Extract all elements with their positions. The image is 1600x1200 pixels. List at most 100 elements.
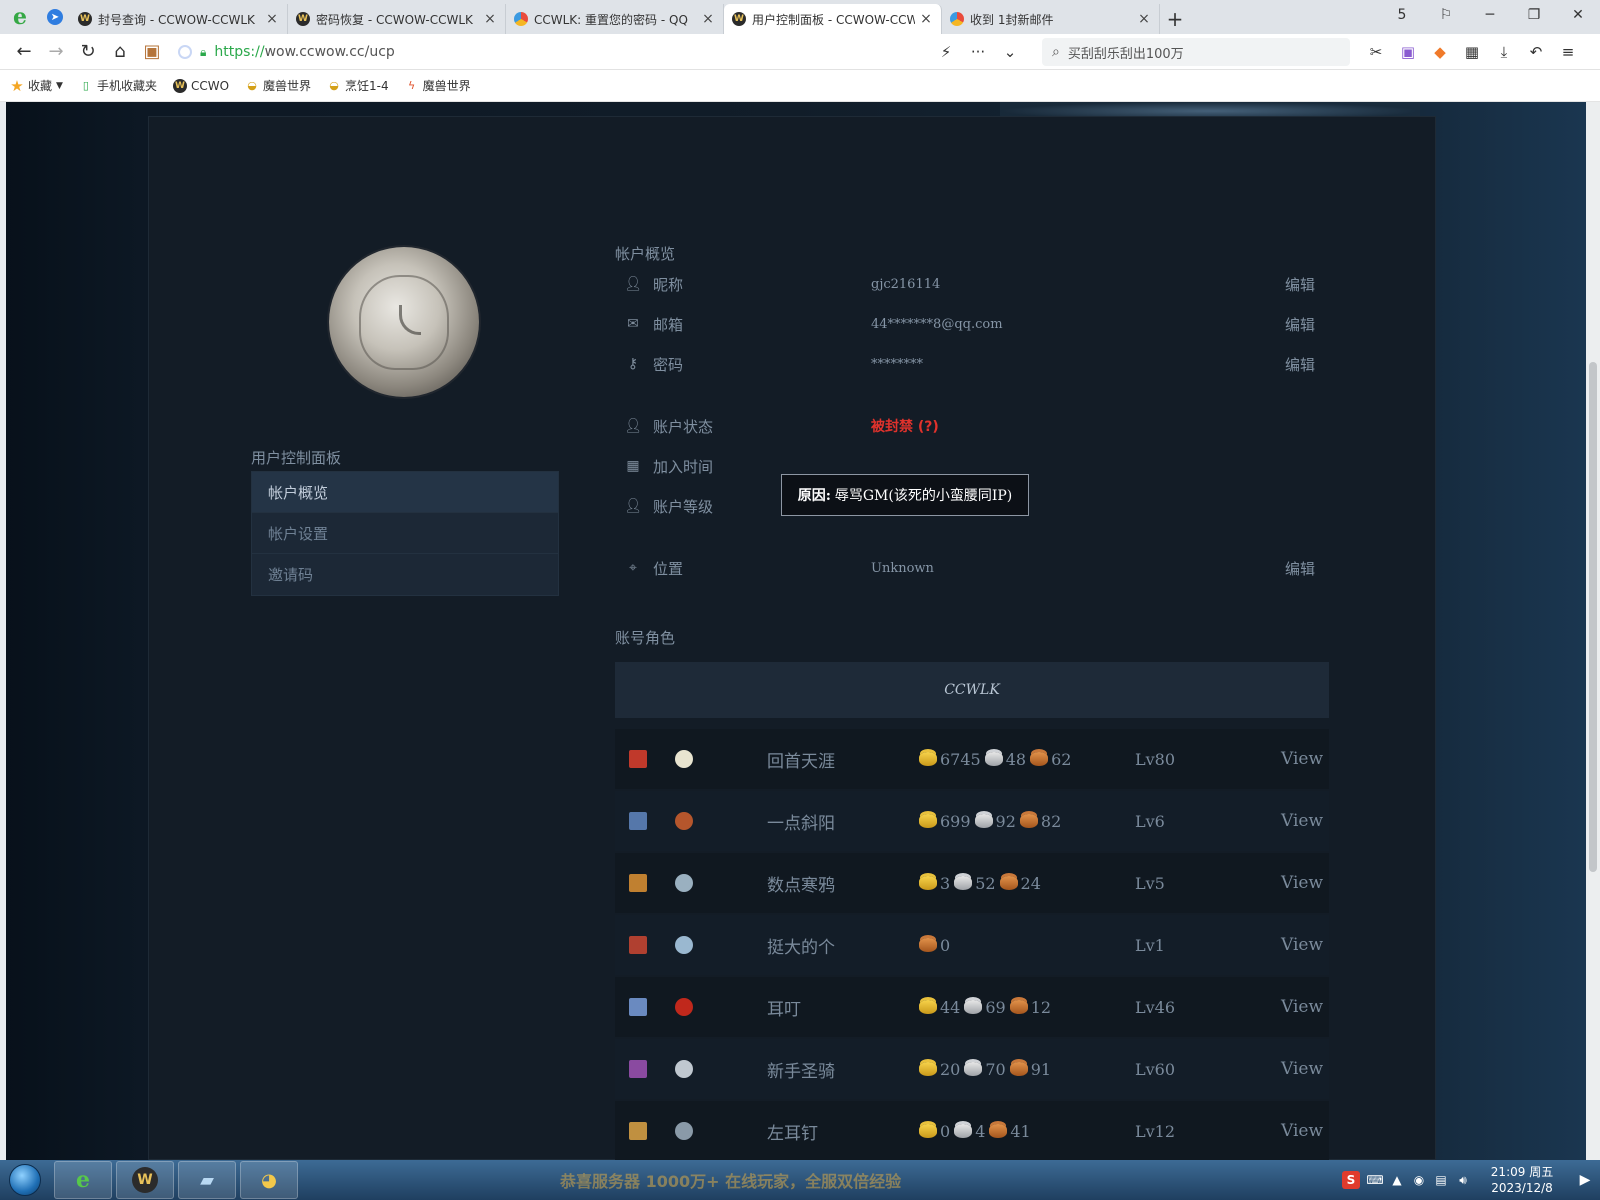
- character-name: 回首天涯: [767, 751, 835, 772]
- view-character-link[interactable]: View: [1281, 1121, 1323, 1141]
- edit-email-button[interactable]: 编辑: [1255, 314, 1315, 335]
- tab-password-recovery[interactable]: W 密码恢复 - CCWOW-CCWLK ×: [288, 4, 506, 34]
- gold-amount: 0: [940, 1121, 951, 1141]
- view-character-link[interactable]: View: [1281, 749, 1323, 769]
- chevron-down-icon[interactable]: ▼: [56, 81, 63, 91]
- bookmark-cooking[interactable]: ◒ 烹饪1-4: [327, 77, 388, 94]
- forward-icon[interactable]: →: [40, 38, 72, 66]
- clock[interactable]: 21:09 周五 2023/12/8: [1474, 1164, 1570, 1196]
- nickname-row: 👤︎ 昵称 gjc216114 编辑: [615, 269, 1315, 299]
- pinned-tab[interactable]: ➤: [40, 0, 70, 34]
- restore-icon[interactable]: ❐: [1512, 0, 1556, 30]
- status-value[interactable]: 被封禁 (?): [871, 416, 1315, 436]
- close-tab-icon[interactable]: ×: [1137, 11, 1151, 27]
- network-icon[interactable]: ▤: [1430, 1173, 1452, 1187]
- taskbar-wow[interactable]: W: [116, 1161, 174, 1199]
- tab-ban-query[interactable]: W 封号查询 - CCWOW-CCWLK ×: [70, 4, 288, 34]
- input-mode-icon[interactable]: ⌨: [1364, 1173, 1386, 1187]
- apps-grid-icon[interactable]: ▦: [1456, 43, 1488, 61]
- download-icon[interactable]: ⤓: [1488, 43, 1520, 61]
- bookmark-mobile[interactable]: ▯ 手机收藏夹: [79, 77, 157, 94]
- game-icon[interactable]: ◆: [1424, 43, 1456, 61]
- show-desktop-icon[interactable]: ▶: [1570, 1160, 1600, 1200]
- tab-new-mail[interactable]: 收到 1封新邮件 ×: [942, 4, 1160, 34]
- tab-reset-password[interactable]: CCWLK: 重置您的密码 - QQ ×: [506, 4, 724, 34]
- back-icon[interactable]: ←: [8, 38, 40, 66]
- bookmark-wow-1[interactable]: ◒ 魔兽世界: [245, 77, 311, 94]
- character-row: 耳叮 44 69 12 Lv46 View: [615, 977, 1329, 1037]
- close-tab-icon[interactable]: ×: [265, 11, 279, 27]
- close-tab-icon[interactable]: ×: [701, 11, 715, 27]
- shield-icon: [178, 45, 192, 59]
- tab-count-badge[interactable]: 5: [1380, 0, 1424, 30]
- wow-favicon-icon: W: [296, 12, 310, 26]
- browser-logo-icon[interactable]: e: [0, 0, 40, 34]
- email-value: 44*******8@qq.com: [871, 316, 1003, 332]
- lightning-icon[interactable]: ⚡: [930, 43, 962, 61]
- tray-expand-icon[interactable]: ▲: [1386, 1173, 1408, 1187]
- view-character-link[interactable]: View: [1281, 873, 1323, 893]
- gold-amount: 699: [940, 811, 971, 831]
- edit-password-button[interactable]: 编辑: [1255, 354, 1315, 375]
- user-gear-icon: 👤︎: [624, 498, 642, 514]
- url-field[interactable]: 🔒︎ https:// wow.ccwow.cc/ucp: [172, 38, 1024, 66]
- chevron-down-icon[interactable]: ⌄: [994, 43, 1026, 61]
- minimize-icon[interactable]: ─: [1468, 0, 1512, 30]
- tab-user-control-panel[interactable]: W 用户控制面板 - CCWOW-CCW ×: [724, 4, 942, 34]
- tab-title: 封号查询 - CCWOW-CCWLK: [98, 12, 255, 27]
- translate-icon[interactable]: ▣: [1392, 43, 1424, 61]
- sogou-ime-icon[interactable]: S: [1342, 1171, 1360, 1189]
- scissors-icon[interactable]: ✂: [1360, 43, 1392, 61]
- new-tab-button[interactable]: +: [1160, 4, 1190, 34]
- qq-mail-favicon-icon: [514, 12, 528, 26]
- taskbar-notebook[interactable]: ▰: [178, 1161, 236, 1199]
- menu-icon[interactable]: ≡: [1552, 43, 1584, 61]
- race-icon: [629, 1122, 647, 1140]
- page-scrollbar[interactable]: [1586, 102, 1600, 1160]
- password-row: ⚷ 密码 ******** 编辑: [615, 349, 1315, 379]
- bookmark-ccwow[interactable]: W CCWO: [172, 78, 229, 93]
- overview-title: 帐户概览: [615, 245, 676, 263]
- sidebar-item-overview[interactable]: 帐户概览: [252, 472, 558, 513]
- class-icon: [675, 750, 693, 768]
- gold-coin-icon: [919, 1062, 937, 1076]
- start-button[interactable]: [0, 1160, 50, 1200]
- close-window-icon[interactable]: ✕: [1556, 0, 1600, 30]
- bookmark-wow-2[interactable]: ϟ 魔兽世界: [405, 77, 471, 94]
- nickname-label: 昵称: [653, 275, 684, 294]
- reload-icon[interactable]: ↻: [72, 38, 104, 66]
- silver-amount: 92: [995, 811, 1016, 831]
- view-character-link[interactable]: View: [1281, 1059, 1323, 1079]
- copper-coin-icon: [1009, 1062, 1028, 1076]
- tab-title: 密码恢复 - CCWOW-CCWLK: [316, 12, 473, 27]
- home-icon[interactable]: ⌂: [104, 38, 136, 66]
- close-tab-icon[interactable]: ×: [483, 11, 497, 27]
- bookmark-favorites[interactable]: ★ 收藏 ▼: [10, 77, 63, 95]
- character-level: Lv80: [1135, 749, 1176, 769]
- undo-icon[interactable]: ↶: [1520, 43, 1552, 61]
- shirt-icon[interactable]: ⚐: [1424, 0, 1468, 30]
- edit-location-button[interactable]: 编辑: [1255, 558, 1315, 579]
- sidebar-item-settings[interactable]: 帐户设置: [252, 513, 558, 554]
- view-character-link[interactable]: View: [1281, 811, 1323, 831]
- wallet-icon[interactable]: ▣: [136, 38, 168, 66]
- send-icon: ➤: [47, 9, 63, 25]
- silver-amount: 4: [975, 1121, 986, 1141]
- race-icon: [629, 936, 647, 954]
- view-character-link[interactable]: View: [1281, 935, 1323, 955]
- gold-coin-icon: [919, 1000, 937, 1014]
- sidebar-item-invite-code[interactable]: 邀请码: [252, 554, 558, 595]
- bookmark-label: 收藏: [28, 79, 53, 93]
- tray-app-icon[interactable]: ◉: [1408, 1173, 1430, 1187]
- close-tab-icon[interactable]: ×: [919, 11, 933, 27]
- view-character-link[interactable]: View: [1281, 997, 1323, 1017]
- volume-icon[interactable]: 🔊︎: [1452, 1173, 1474, 1188]
- taskbar-browser[interactable]: e: [54, 1161, 112, 1199]
- search-input[interactable]: ⌕ 买刮刮乐刮出100万: [1042, 38, 1350, 66]
- url-text: wow.ccwow.cc/ucp: [264, 44, 395, 60]
- taskbar-paint[interactable]: ◕: [240, 1161, 298, 1199]
- scrollbar-thumb[interactable]: [1589, 362, 1597, 872]
- more-icon[interactable]: ···: [962, 43, 994, 61]
- status-row: 👤︎ 账户状态 被封禁 (?): [615, 411, 1315, 441]
- edit-nickname-button[interactable]: 编辑: [1255, 274, 1315, 295]
